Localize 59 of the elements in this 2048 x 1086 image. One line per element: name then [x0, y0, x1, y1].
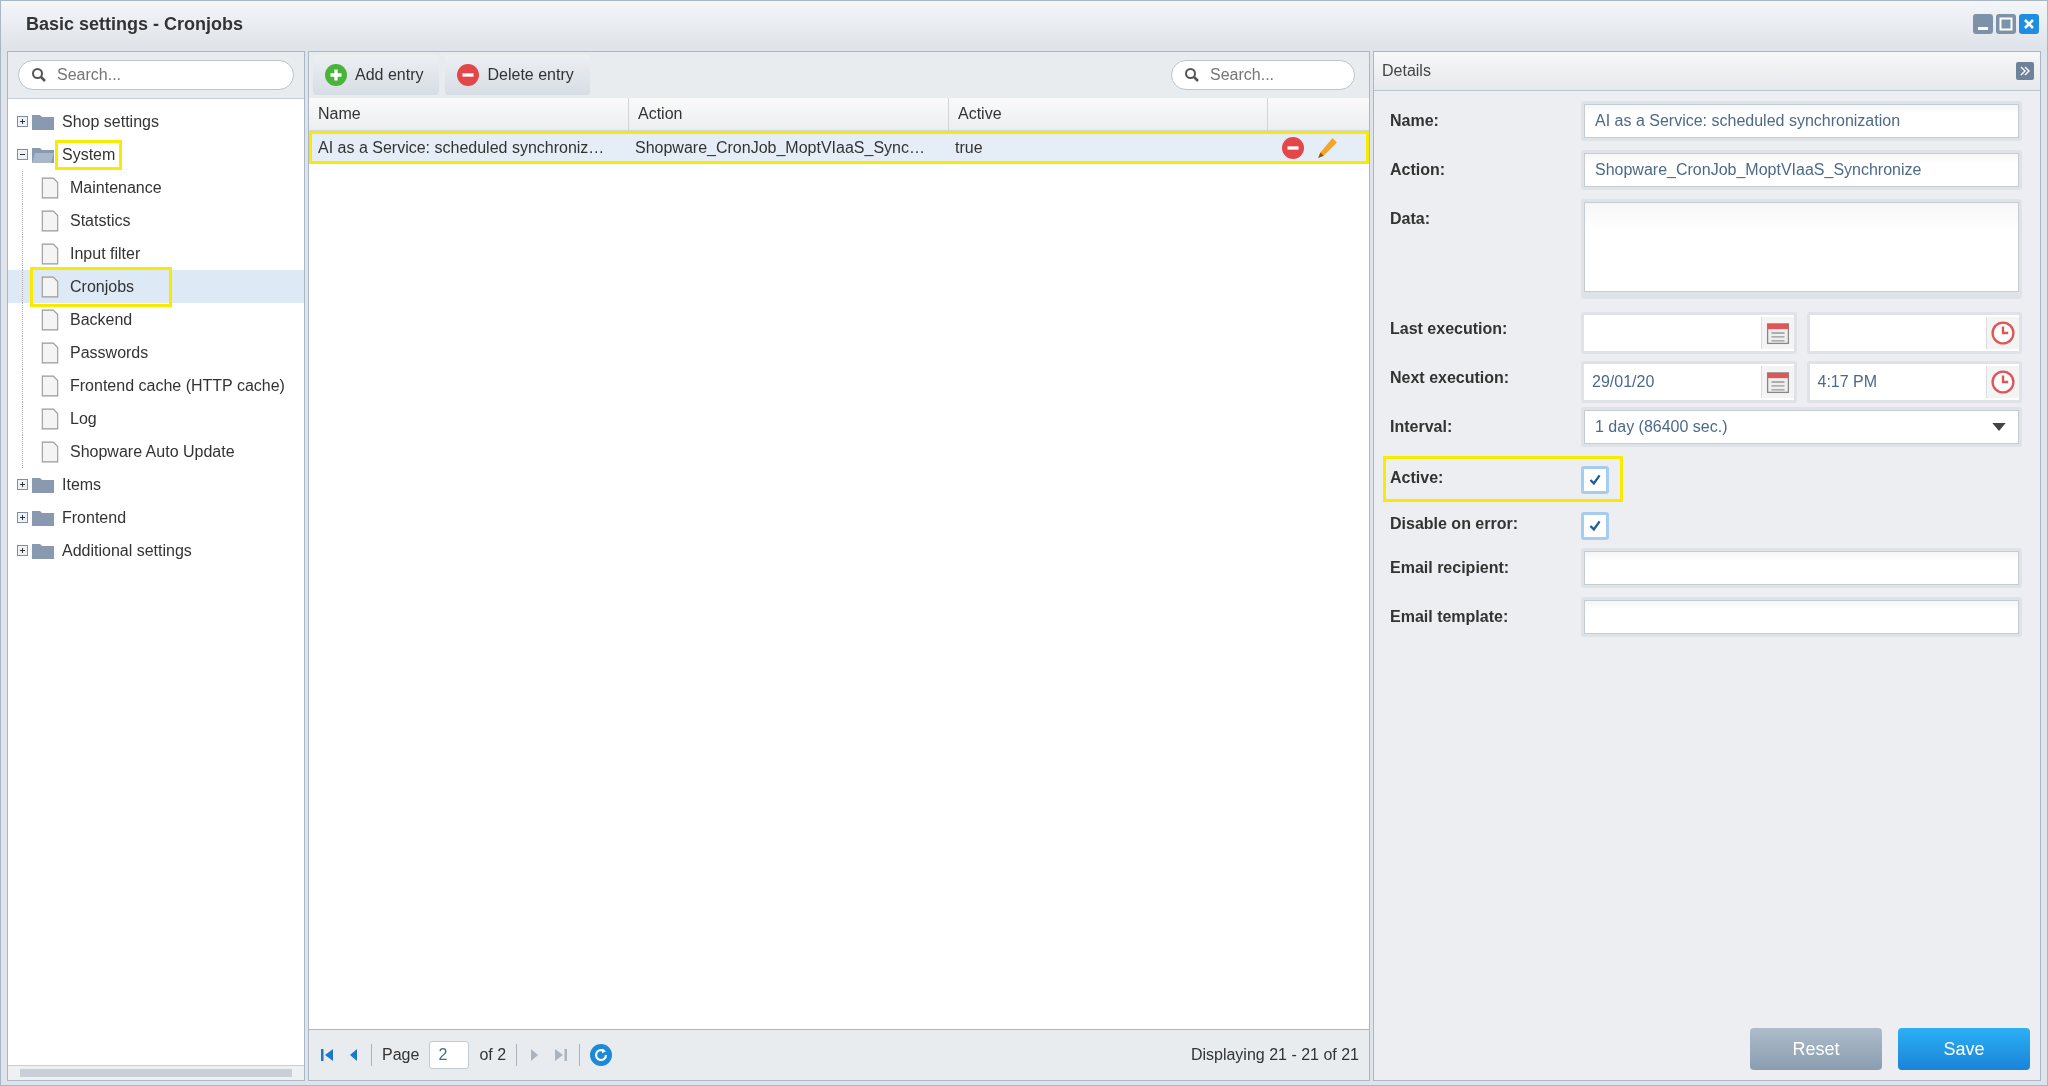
tree-item[interactable]: Additional settings [8, 534, 304, 567]
field-label: Email recipient: [1389, 558, 1511, 577]
tree-item[interactable]: Input filter [8, 237, 304, 270]
text-field[interactable]: Shopware_CronJob_MoptVIaaS_Synchronize [1584, 153, 2019, 187]
tree-item-label: Shop settings [61, 111, 160, 132]
delete-entry-button[interactable]: Delete entry [445, 55, 590, 95]
tree-item[interactable]: Shopware Auto Update [8, 435, 304, 468]
column-header[interactable]: Active [949, 98, 1268, 130]
tree-item[interactable]: Shop settings [8, 105, 304, 138]
tree-item-label: Input filter [69, 243, 142, 264]
tree-item[interactable]: Frontend cache (HTTP cache) [8, 369, 304, 402]
field-label: Last execution: [1389, 319, 1509, 338]
tree-item-label: Maintenance [69, 177, 163, 198]
field-label: Email template: [1389, 607, 1510, 626]
field-label: Disable on error: [1389, 514, 1520, 533]
tree-item[interactable]: Maintenance [8, 171, 304, 204]
tree-item[interactable]: System [8, 138, 304, 171]
field-label: Active: [1389, 468, 1445, 487]
add-entry-button[interactable]: Add entry [313, 55, 440, 95]
interval-dropdown[interactable]: 1 day (86400 sec.) [1584, 410, 2019, 444]
window-title: Basic settings - Cronjobs [26, 13, 244, 35]
page-number-field[interactable]: 2 [429, 1041, 470, 1069]
tree-item[interactable]: Passwords [8, 336, 304, 369]
tree-item-label: Log [69, 408, 98, 429]
column-header[interactable]: Name [309, 98, 629, 130]
page-count: of 2 [479, 1046, 507, 1064]
field-label: Name: [1389, 111, 1440, 130]
tree-item-label: Items [61, 474, 103, 495]
column-header[interactable]: Action [629, 98, 949, 130]
tree-item[interactable]: Items [8, 468, 304, 501]
tree-item[interactable]: Backend [8, 303, 304, 336]
table-cell-text: true [954, 137, 984, 158]
tree-item-label: Shopware Auto Update [69, 441, 236, 462]
tree-item[interactable]: Statstics [8, 204, 304, 237]
field-label: Next execution: [1389, 368, 1511, 387]
tree-item-label: Cronjobs [69, 276, 136, 297]
table-cell-text: Shopware_CronJob_MoptVIaaS_Sync… [634, 137, 926, 158]
text-field[interactable]: AI as a Service: scheduled synchronization [1584, 104, 2019, 138]
tree-item-label: Additional settings [61, 540, 193, 561]
table-cell-text: AI as a Service: scheduled synchroniz… [317, 137, 606, 158]
field-label: Action: [1389, 160, 1447, 179]
tree-item[interactable]: Frontend [8, 501, 304, 534]
tree-item-label: Passwords [69, 342, 150, 363]
table-row[interactable]: AI as a Service: scheduled synchroniz… Shopware_CronJob_MoptVIaaS_Sync… true [309, 131, 1369, 164]
search-field[interactable]: Search... [18, 60, 294, 90]
pagination-summary: Displaying 21 - 21 of 21 [1190, 1046, 1359, 1064]
field-label: Interval: [1389, 417, 1454, 436]
tree-item-label: Frontend [61, 507, 128, 528]
search-field[interactable]: Search... [1171, 60, 1355, 90]
tree-item-label: System [55, 139, 123, 170]
panel-title: Details [1382, 62, 1431, 80]
tree-item-label: Statstics [69, 210, 132, 231]
tree-item[interactable]: Log [8, 402, 304, 435]
date-field[interactable]: 29/01/20 [1581, 361, 1797, 403]
time-field[interactable]: 4:17 PM [1806, 361, 2022, 403]
tree-item-label: Frontend cache (HTTP cache) [69, 375, 286, 396]
page-label: Page [382, 1046, 420, 1064]
field-label: Data: [1389, 209, 1431, 228]
tree-item-label: Backend [69, 309, 134, 330]
